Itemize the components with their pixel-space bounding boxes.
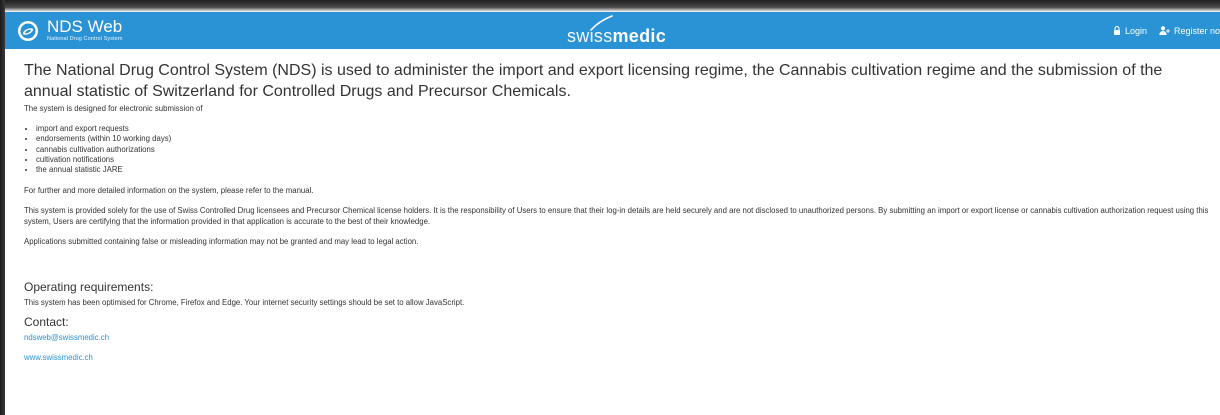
nds-logo-icon <box>17 20 39 42</box>
requirements-heading: Operating requirements: <box>24 280 154 295</box>
brand-text: NDS Web National Drug Control System <box>47 18 123 43</box>
usage-terms: This system is provided solely for the u… <box>24 206 1209 227</box>
main-content: The National Drug Control System (NDS) i… <box>24 60 1214 363</box>
intro-text: The system is designed for electronic su… <box>24 104 203 113</box>
brand-home-link[interactable]: NDS Web National Drug Control System <box>17 13 123 48</box>
manual-note: For further and more detailed informatio… <box>24 186 314 196</box>
login-label: Login <box>1124 25 1147 36</box>
swissmedic-logo: swissmedic <box>565 12 685 49</box>
feature-list: import and export requests endorsements … <box>24 124 1214 175</box>
feature-item: cannabis cultivation authorizations <box>36 145 1214 155</box>
contact-heading: Contact: <box>24 315 69 330</box>
app-subtitle: National Drug Control System <box>47 36 123 42</box>
register-link[interactable]: Register no <box>1159 26 1220 36</box>
user-plus-icon <box>1159 26 1170 35</box>
feature-item: cultivation notifications <box>36 155 1214 165</box>
register-label: Register no <box>1173 25 1220 36</box>
contact-website-link[interactable]: www.swissmedic.ch <box>24 352 1214 363</box>
swissmedic-wordmark: swissmedic <box>567 26 667 46</box>
feature-item: endorsements (within 10 working days) <box>36 134 1214 144</box>
login-link[interactable]: Login <box>1113 26 1147 36</box>
requirements-text: This system has been optimised for Chrom… <box>24 298 465 308</box>
account-nav: Login Register no <box>1113 12 1220 49</box>
window-shadow-left <box>0 0 5 415</box>
browser-viewport: NDS Web National Drug Control System swi… <box>0 0 1220 415</box>
legal-warning: Applications submitted containing false … <box>24 237 419 247</box>
app-title: NDS Web <box>47 17 123 36</box>
page-headline: The National Drug Control System (NDS) i… <box>24 62 1163 100</box>
window-shadow-top <box>0 0 1220 12</box>
feature-item: the annual statistic JARE <box>36 165 1214 175</box>
top-navbar: NDS Web National Drug Control System swi… <box>5 12 1220 49</box>
lock-icon <box>1113 26 1120 35</box>
feature-item: import and export requests <box>36 124 1214 134</box>
contact-email-link[interactable]: ndsweb@swissmedic.ch <box>24 332 1214 343</box>
